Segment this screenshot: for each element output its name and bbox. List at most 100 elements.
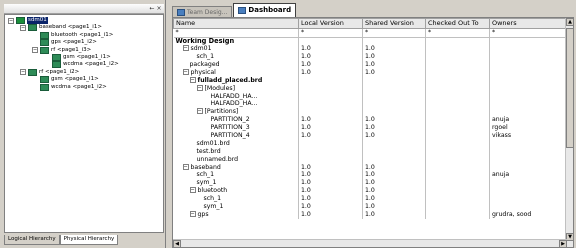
row-name: sdm01.brd [196, 139, 230, 147]
table-row[interactable]: PARTITION_2 1.0 1.0 anuja [173, 116, 567, 124]
table-row[interactable]: sch_1 1.0 1.0 [173, 194, 567, 203]
checked-out-cell [425, 210, 490, 219]
table-row[interactable]: − fulladd_placed.brd [173, 76, 567, 85]
filter-cell[interactable]: * [298, 28, 363, 38]
table-row[interactable]: − sdm01 1.0 1.0 [173, 45, 567, 53]
table-row[interactable]: HALFADD_HA... [173, 100, 567, 109]
owners-cell [489, 60, 567, 69]
tree-expander-icon[interactable]: − [20, 69, 26, 76]
scroll-up-arrow-icon[interactable]: ▲ [566, 18, 573, 26]
pin-icon[interactable]: ← [149, 4, 155, 13]
table-row[interactable]: unnamed.brd [173, 155, 567, 164]
filter-cell[interactable]: * [173, 28, 299, 38]
filter-cell[interactable]: * [425, 28, 490, 38]
row-expander-icon[interactable]: − [189, 76, 196, 83]
tree-item[interactable]: − rf <page1_i3> [32, 46, 91, 54]
name-cell: sym_1 [173, 179, 299, 188]
name-cell: − sdm01 [173, 45, 299, 53]
table-row[interactable]: PARTITION_3 1.0 1.0 rgoel [173, 123, 567, 132]
row-expander-icon[interactable]: − [182, 45, 189, 52]
scroll-right-arrow-icon[interactable]: ▶ [559, 240, 567, 247]
vertical-scrollbar[interactable]: ▲ ▼ [565, 18, 573, 247]
tree-expander-icon[interactable]: − [32, 47, 38, 54]
tree-item[interactable]: gsm <page1_i1> [32, 76, 99, 84]
tree-item[interactable]: gps <page1_i2> [32, 39, 97, 47]
name-cell: unnamed.brd [173, 155, 299, 164]
tree-item[interactable]: − rf <page1_i2> [20, 68, 79, 76]
col-header-owners[interactable]: Owners [489, 18, 567, 29]
filter-cell[interactable]: * [362, 28, 426, 38]
design-block-icon [52, 61, 61, 69]
col-header-name[interactable]: Name [173, 18, 299, 29]
table-row[interactable]: HALFADD_HA... [173, 92, 567, 101]
checked-out-cell [425, 116, 490, 124]
tree-item[interactable]: wcdma <page1_i2> [44, 61, 119, 69]
row-expander-icon[interactable]: − [189, 210, 196, 217]
table-row[interactable]: − [Modules] [173, 84, 567, 93]
tree-item[interactable]: − sdm01 [8, 17, 48, 24]
table-row[interactable]: − [Partitions] [173, 108, 567, 117]
left-panel-controls: ← × [149, 4, 162, 13]
scroll-down-arrow-icon[interactable]: ▼ [566, 233, 573, 241]
name-cell: sdm01.brd [173, 139, 299, 148]
table-row[interactable]: Working Design [173, 37, 567, 45]
scroll-thumb[interactable] [566, 28, 573, 148]
row-expander-icon[interactable]: − [196, 108, 203, 115]
tab-logical-hierarchy[interactable]: Logical Hierarchy [4, 235, 60, 245]
table-row[interactable]: sch_1 1.0 1.0 [173, 52, 567, 61]
row-name: sym_1 [203, 203, 224, 210]
tab-dashboard[interactable]: Dashboard [233, 3, 297, 17]
hierarchy-tree[interactable]: − sdm01− baseband <page1_i1> bluetooth <pag… [4, 14, 164, 233]
table-row[interactable]: sdm01.brd [173, 139, 567, 148]
table-row[interactable]: sym_1 1.0 1.0 [173, 202, 567, 211]
tab-physical-hierarchy[interactable]: Physical Hierarchy [59, 235, 119, 245]
tree-item[interactable]: wcdma <page1_i2> [32, 83, 107, 91]
dashboard-grid: Name Local Version Shared Version Checke… [172, 17, 574, 248]
checked-out-cell [425, 139, 490, 148]
row-name: sch_1 [196, 53, 215, 61]
row-expander-icon[interactable]: − [196, 84, 203, 91]
row-expander-icon[interactable]: − [182, 163, 189, 170]
local-version-cell: 1.0 [298, 52, 363, 61]
table-row[interactable]: sch_1 1.0 1.0 anuja [173, 171, 567, 180]
row-name: fulladd_placed.brd [197, 76, 263, 84]
scroll-left-arrow-icon[interactable]: ◀ [173, 240, 181, 247]
col-header-checked-out-to[interactable]: Checked Out To [425, 18, 490, 29]
design-block-icon [28, 68, 37, 76]
checked-out-cell [425, 45, 490, 53]
shared-version-cell [362, 76, 426, 85]
name-cell: Working Design [173, 37, 299, 45]
close-icon[interactable]: × [156, 4, 162, 13]
table-row[interactable]: − gps 1.0 1.0 grudra, sood [173, 210, 567, 219]
tree-item[interactable]: bluetooth <page1_i1> [32, 31, 113, 39]
horizontal-scrollbar[interactable]: ◀ ▶ [173, 239, 567, 247]
row-expander-icon[interactable]: − [182, 68, 189, 75]
table-row[interactable]: packaged 1.0 1.0 [173, 60, 567, 69]
local-version-cell [298, 76, 363, 85]
local-version-cell [298, 84, 363, 93]
name-cell: − baseband [173, 163, 299, 172]
tree-expander-icon[interactable]: − [8, 17, 14, 24]
shared-version-cell: 1.0 [362, 171, 426, 180]
shared-version-cell: 1.0 [362, 68, 426, 77]
tree-item[interactable]: gsm <page1_i1> [44, 54, 111, 61]
local-version-cell: 1.0 [298, 163, 363, 172]
table-row[interactable]: sym_1 1.0 1.0 [173, 179, 567, 188]
table-row[interactable]: test.brd [173, 147, 567, 156]
local-version-cell: 1.0 [298, 123, 363, 132]
owners-cell [489, 45, 567, 53]
table-row[interactable]: − bluetooth 1.0 1.0 [173, 187, 567, 195]
table-row[interactable]: PARTITION_4 1.0 1.0 vikass [173, 131, 567, 140]
left-panel-tabs: Logical Hierarchy Physical Hierarchy [4, 235, 119, 245]
table-row[interactable]: − baseband 1.0 1.0 [173, 163, 567, 172]
tree-expander-icon[interactable]: − [20, 24, 26, 31]
tab-team-design[interactable]: Team Desig... [172, 6, 233, 17]
table-row[interactable]: − physical 1.0 1.0 [173, 68, 567, 77]
left-panel-header: ← × [4, 4, 164, 14]
col-header-local-version[interactable]: Local Version [298, 18, 363, 29]
row-expander-icon[interactable]: − [189, 187, 196, 194]
name-cell: sym_1 [173, 202, 299, 211]
filter-cell[interactable]: * [489, 28, 567, 38]
tree-item[interactable]: − baseband <page1_i1> [20, 24, 102, 32]
col-header-shared-version[interactable]: Shared Version [362, 18, 426, 29]
